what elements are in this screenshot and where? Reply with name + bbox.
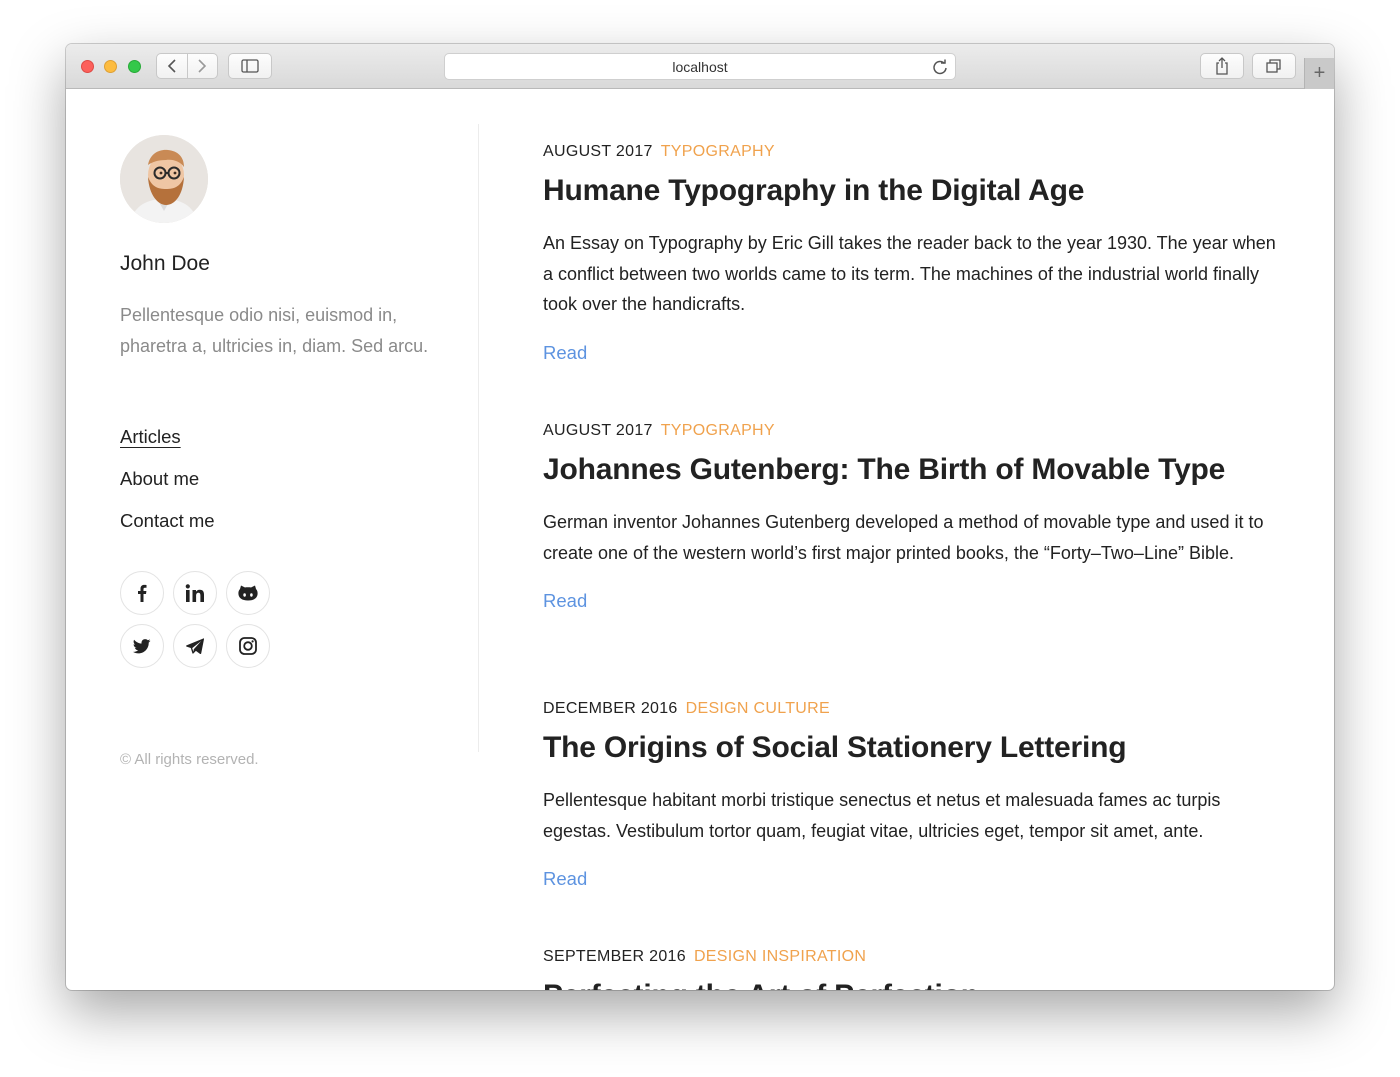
twitter-icon [133, 638, 151, 653]
browser-window: localhost + John Doe Pellentesque odio n… [66, 44, 1334, 990]
linkedin-link[interactable] [173, 571, 217, 615]
author-photo [120, 135, 208, 223]
linkedin-icon [185, 584, 204, 602]
avatar [120, 135, 208, 223]
zoom-window-button[interactable] [128, 60, 141, 73]
post-category[interactable]: TYPOGRAPHY [661, 143, 775, 160]
post-card: AUGUST 2017 TYPOGRAPHY Humane Typography … [543, 142, 1283, 364]
copyright: © All rights reserved. [120, 751, 259, 768]
chevron-right-icon [198, 59, 207, 73]
new-tab-button[interactable]: + [1304, 58, 1334, 89]
read-link[interactable]: Read [543, 342, 587, 364]
read-link[interactable]: Read [543, 868, 587, 890]
post-meta: AUGUST 2017 TYPOGRAPHY [543, 421, 1283, 441]
facebook-icon [138, 584, 147, 602]
author-name: John Doe [120, 252, 210, 275]
instagram-link[interactable] [226, 624, 270, 668]
post-category[interactable]: DESIGN INSPIRATION [694, 948, 866, 965]
column-divider [478, 124, 479, 752]
facebook-link[interactable] [120, 571, 164, 615]
browser-toolbar: localhost + [66, 44, 1334, 89]
minimize-window-button[interactable] [104, 60, 117, 73]
post-title[interactable]: Johannes Gutenberg: The Birth of Movable… [543, 452, 1283, 488]
post-title[interactable]: Humane Typography in the Digital Age [543, 173, 1283, 209]
instagram-icon [239, 637, 257, 655]
post-date: AUGUST 2017 [543, 422, 653, 439]
post-title[interactable]: The Origins of Social Stationery Letteri… [543, 730, 1283, 766]
post-card: AUGUST 2017 TYPOGRAPHY Johannes Gutenberg… [543, 421, 1283, 612]
post-excerpt: Pellentesque habitant morbi tristique se… [543, 790, 1221, 841]
back-button[interactable] [157, 54, 187, 78]
telegram-link[interactable] [173, 624, 217, 668]
post-meta: SEPTEMBER 2016 DESIGN INSPIRATION [543, 947, 1283, 967]
author-bio: Pellentesque odio nisi, euismod in, phar… [120, 305, 429, 356]
post-excerpt: An Essay on Typography by Eric Gill take… [543, 233, 1276, 314]
post-title[interactable]: Perfecting the Art of Perfection [543, 978, 1283, 990]
post-excerpt: German inventor Johannes Gutenberg devel… [543, 512, 1264, 563]
address-text: localhost [672, 58, 728, 75]
menu-item-about-me[interactable]: About me [120, 467, 215, 509]
post-category[interactable]: DESIGN CULTURE [686, 700, 830, 717]
share-button[interactable] [1200, 53, 1244, 79]
github-link[interactable] [226, 571, 270, 615]
github-icon [238, 585, 258, 601]
share-icon [1216, 57, 1228, 75]
post-date: DECEMBER 2016 [543, 700, 678, 717]
sidebar-toggle-button[interactable] [228, 53, 272, 79]
tabs-overview-button[interactable] [1252, 53, 1296, 79]
forward-button[interactable] [186, 54, 218, 78]
post-meta: AUGUST 2017 TYPOGRAPHY [543, 142, 1283, 162]
post-card: DECEMBER 2016 DESIGN CULTURE The Origins … [543, 699, 1283, 890]
post-category[interactable]: TYPOGRAPHY [661, 422, 775, 439]
address-bar[interactable]: localhost [444, 53, 956, 80]
main-menu: Articles About me Contact me [120, 425, 215, 551]
chevron-left-icon [167, 59, 176, 73]
post-card: SEPTEMBER 2016 DESIGN INSPIRATION Perfect… [543, 947, 1283, 990]
close-window-button[interactable] [81, 60, 94, 73]
menu-item-articles[interactable]: Articles [120, 425, 215, 467]
post-date: SEPTEMBER 2016 [543, 948, 686, 965]
twitter-link[interactable] [120, 624, 164, 668]
tabs-icon [1266, 59, 1281, 73]
read-link[interactable]: Read [543, 590, 587, 612]
menu-item-contact-me[interactable]: Contact me [120, 509, 215, 551]
post-meta: DECEMBER 2016 DESIGN CULTURE [543, 699, 1283, 719]
page-content: John Doe Pellentesque odio nisi, euismod… [66, 89, 1334, 990]
telegram-icon [186, 638, 204, 654]
post-date: AUGUST 2017 [543, 143, 653, 160]
reload-icon[interactable] [931, 58, 949, 76]
history-navigation [156, 53, 218, 79]
sidebar-icon [241, 59, 259, 73]
